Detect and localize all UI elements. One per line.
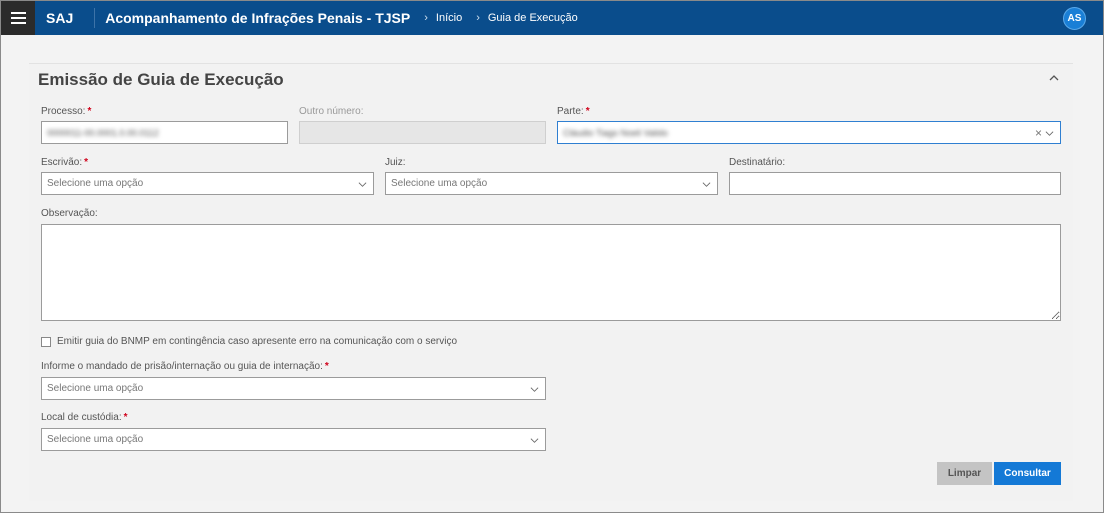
processo-field[interactable]: 0000011-00.0001.0.00.0112 — [41, 121, 288, 144]
outro-numero-label: Outro número: — [299, 106, 364, 117]
chevron-right-icon: › — [476, 12, 480, 24]
user-avatar[interactable]: AS — [1063, 7, 1086, 30]
escrivao-placeholder: Selecione uma opção — [47, 178, 144, 189]
juiz-label: Juiz: — [385, 157, 406, 168]
hamburger-menu-icon[interactable] — [1, 1, 35, 35]
chevron-down-icon[interactable] — [702, 180, 711, 189]
chevron-right-icon: › — [424, 12, 428, 24]
chevron-down-icon[interactable] — [1045, 129, 1054, 138]
escrivao-select[interactable]: Selecione uma opção — [41, 172, 374, 195]
chevron-up-icon[interactable] — [1048, 72, 1060, 84]
local-custodia-select[interactable]: Selecione uma opção — [41, 428, 546, 451]
form-card: Emissão de Guia de Execução Processo: * 0… — [29, 63, 1073, 501]
app-title: Acompanhamento de Infrações Penais - TJS… — [105, 10, 411, 26]
page-title: Emissão de Guia de Execução — [38, 70, 284, 89]
destinatario-label: Destinatário: — [729, 157, 786, 168]
outro-numero-field — [299, 121, 546, 144]
breadcrumb-current-wrap: › Guia de Execução — [476, 12, 578, 24]
observacao-textarea[interactable] — [41, 224, 1061, 321]
contingencia-label: Emitir guia do BNMP em contingência caso… — [57, 336, 458, 347]
escrivao-label: Escrivão: * — [41, 157, 89, 168]
chevron-down-icon[interactable] — [530, 385, 539, 394]
processo-value: 0000011-00.0001.0.00.0112 — [47, 127, 159, 138]
parte-select[interactable]: Cláudio Tiago Noeli Valido × — [557, 121, 1061, 144]
destinatario-field[interactable] — [729, 172, 1061, 195]
juiz-placeholder: Selecione uma opção — [391, 178, 488, 189]
mandado-select[interactable]: Selecione uma opção — [41, 377, 546, 400]
local-custodia-placeholder: Selecione uma opção — [47, 434, 144, 445]
brand-logo[interactable]: SAJ — [46, 10, 73, 26]
observacao-label: Observação: — [41, 208, 98, 219]
header-divider — [94, 8, 96, 28]
breadcrumb: › Início — [424, 12, 462, 24]
mandado-label: Informe o mandado de prisão/internação o… — [41, 361, 329, 372]
contingencia-checkbox[interactable] — [41, 336, 51, 347]
parte-value: Cláudio Tiago Noeli Valido — [563, 127, 668, 138]
local-custodia-label: Local de custódia: * — [41, 412, 128, 423]
breadcrumb-home[interactable]: Início — [436, 12, 462, 24]
clear-button[interactable]: Limpar — [937, 462, 992, 485]
top-bar: SAJ Acompanhamento de Infrações Penais -… — [1, 1, 1103, 35]
contingencia-row: Emitir guia do BNMP em contingência caso… — [41, 336, 457, 347]
parte-label: Parte: * — [557, 106, 590, 117]
chevron-down-icon[interactable] — [530, 436, 539, 445]
clear-icon[interactable]: × — [1035, 126, 1042, 140]
chevron-down-icon[interactable] — [358, 180, 367, 189]
breadcrumb-current: Guia de Execução — [487, 12, 578, 24]
processo-label: Processo: * — [41, 106, 92, 117]
mandado-placeholder: Selecione uma opção — [47, 383, 144, 394]
submit-button[interactable]: Consultar — [994, 462, 1061, 485]
juiz-select[interactable]: Selecione uma opção — [385, 172, 718, 195]
